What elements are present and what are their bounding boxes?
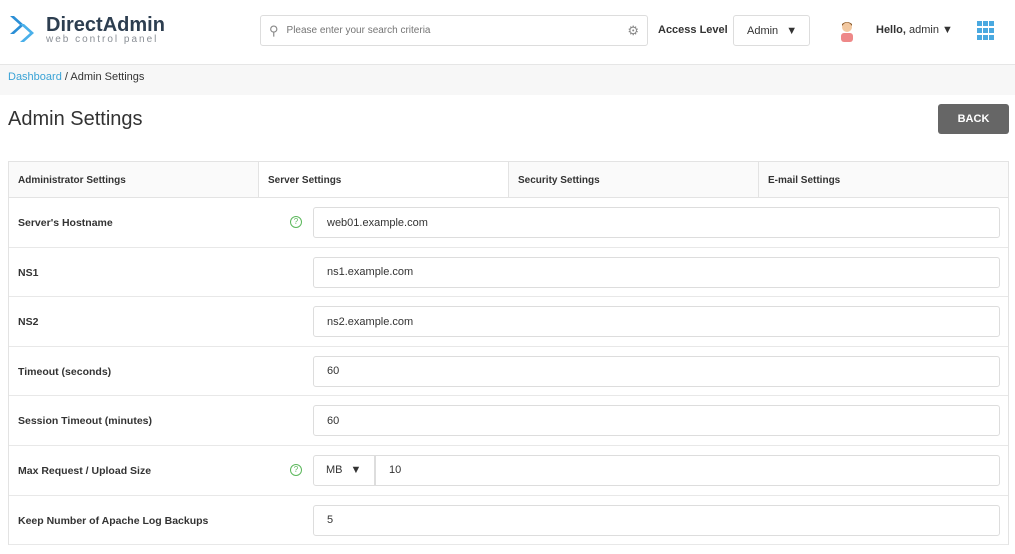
search-input[interactable] [286, 25, 628, 36]
back-button[interactable]: BACK [938, 104, 1009, 134]
caret-down-icon: ▼ [350, 464, 362, 477]
tabs: Administrator Settings Server Settings S… [9, 162, 1008, 198]
unit-select[interactable]: MB ▼ [313, 454, 375, 486]
username: admin [909, 24, 939, 36]
breadcrumb-dashboard[interactable]: Dashboard [8, 71, 62, 83]
access-level-select[interactable]: Admin ▼ [733, 15, 810, 46]
caret-down-icon: ▼ [786, 24, 798, 37]
max-upload-input[interactable]: 10 [375, 454, 1000, 486]
hostname-row: Server's Hostname? web01.example.com [9, 198, 1008, 248]
help-icon[interactable]: ? [290, 216, 302, 228]
help-icon[interactable]: ? [290, 463, 302, 476]
hostname-input[interactable]: web01.example.com [313, 207, 1000, 238]
session-timeout-input[interactable]: 60 [313, 405, 1000, 437]
brand-subtitle: web control panel [46, 34, 159, 45]
search-box[interactable]: ⚲ ⚙ [260, 15, 648, 46]
brand-name: DirectAdmin [46, 14, 165, 36]
field-label: Max Request / Upload Size [18, 464, 152, 477]
user-menu[interactable]: Hello, admin ▼ [876, 24, 953, 36]
ns2-input[interactable]: ns2.example.com [313, 306, 1000, 338]
directadmin-logo-icon [10, 16, 34, 42]
gear-icon[interactable]: ⚙ [627, 23, 639, 39]
tab-server-settings[interactable]: Server Settings [259, 162, 509, 197]
ns2-row: NS2 ns2.example.com [9, 297, 1008, 347]
apps-grid-icon[interactable] [977, 21, 995, 41]
logo[interactable]: DirectAdmin web control panel [8, 12, 165, 48]
timeout-input[interactable]: 60 [313, 355, 1000, 387]
field-label: NS2 [18, 316, 39, 329]
field-label: Timeout (seconds) [18, 365, 112, 378]
page-title: Admin Settings [8, 108, 143, 130]
timeout-row: Timeout (seconds) 60 [9, 347, 1008, 397]
top-bar: DirectAdmin web control panel ⚲ ⚙ Access… [0, 0, 1015, 65]
breadcrumb: Dashboard / Admin Settings [0, 65, 1015, 95]
ns1-row: NS1 ns1.example.com [9, 248, 1008, 298]
tab-security-settings[interactable]: Security Settings [509, 162, 759, 197]
caret-down-icon: ▼ [942, 24, 953, 36]
avatar[interactable] [838, 20, 856, 42]
apache-log-backups-row: Keep Number of Apache Log Backups 5 [9, 496, 1008, 546]
unit-value: MB [326, 464, 343, 477]
field-label: NS1 [18, 266, 39, 279]
access-level-value: Admin [747, 24, 779, 37]
search-icon: ⚲ [269, 22, 279, 38]
apache-log-backups-input[interactable]: 5 [313, 504, 1000, 536]
settings-panel: Administrator Settings Server Settings S… [8, 161, 1009, 546]
field-label: Session Timeout (minutes) [18, 415, 152, 428]
access-level-label: Access Level [658, 24, 728, 36]
max-upload-row: Max Request / Upload Size? MB ▼ 10 [9, 446, 1008, 496]
session-timeout-row: Session Timeout (minutes) 60 [9, 396, 1008, 446]
field-label: Server's Hostname [18, 217, 113, 229]
greeting: Hello, [876, 24, 906, 36]
tab-administrator-settings[interactable]: Administrator Settings [9, 162, 259, 197]
tab-email-settings[interactable]: E-mail Settings [759, 162, 1008, 197]
breadcrumb-current: Admin Settings [70, 71, 145, 83]
field-label: Keep Number of Apache Log Backups [18, 514, 209, 527]
ns1-input[interactable]: ns1.example.com [313, 256, 1000, 288]
